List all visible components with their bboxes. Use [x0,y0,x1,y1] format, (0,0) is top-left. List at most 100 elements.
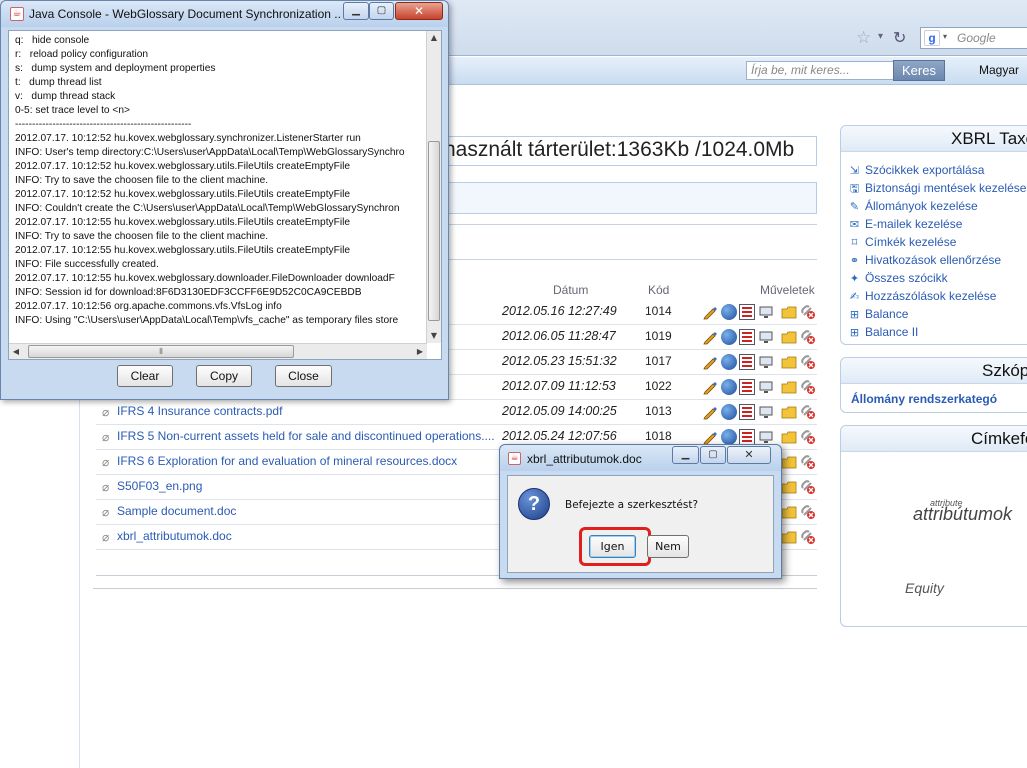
console-line: INFO: Using "C:\Users\user\AppData\Local… [15,315,399,326]
folder-icon[interactable] [781,329,797,345]
folder-icon[interactable] [781,304,797,320]
edit-pencil-icon[interactable] [702,329,718,345]
sidebar-item[interactable]: ⌑ Címkék kezelése [841,234,1027,252]
maximize-button[interactable]: ▢ [369,2,394,20]
globe-icon[interactable] [721,354,737,370]
backup-icon: 🖫 [849,182,860,195]
globe-icon[interactable] [721,429,737,445]
file-name-link[interactable]: xbrl_attributumok.doc [117,529,501,543]
horizontal-scrollbar[interactable]: ◀ ⦀ ▶ [9,343,427,359]
delete-icon[interactable] [800,504,816,520]
edit-pencil-icon[interactable] [702,379,718,395]
properties-icon[interactable] [739,329,755,345]
column-header-code[interactable]: Kód [648,283,669,297]
delete-icon[interactable] [800,379,816,395]
column-header-date[interactable]: Dátum [553,283,588,297]
close-button[interactable]: Close [275,365,332,387]
minimize-button[interactable]: ▁ [672,446,699,464]
delete-icon[interactable] [800,404,816,420]
table-row[interactable]: ⌀ IFRS 4 Insurance contracts.pdf 2012.05.0… [96,400,817,425]
edit-pencil-icon[interactable] [702,354,718,370]
globe-icon[interactable] [721,379,737,395]
monitor-icon[interactable] [758,404,774,420]
window-titlebar[interactable]: ☕ Java Console - WebGlossary Document Sy… [1,1,448,27]
copy-button[interactable]: Copy [196,365,252,387]
folder-icon[interactable] [781,429,797,445]
file-name-link[interactable]: Sample document.doc [117,504,501,518]
sidebar-item[interactable]: 🖫 Biztonsági mentések kezelése [841,180,1027,198]
properties-icon[interactable] [739,304,755,320]
file-name-link[interactable]: S50F03_en.png [117,479,501,493]
folder-icon[interactable] [781,504,797,520]
sidebar-item[interactable]: ⊞ Balance II [841,324,1027,342]
file-name-link[interactable]: IFRS 5 Non-current assets held for sale … [117,429,501,443]
sidebar-item[interactable]: ✦ Összes szócikk [841,270,1027,288]
delete-icon[interactable] [800,354,816,370]
sidebar-item[interactable]: ⚭ Hivatkozások ellenőrzése [841,252,1027,270]
properties-icon[interactable] [739,379,755,395]
globe-icon[interactable] [721,404,737,420]
dialog-titlebar[interactable]: ☕ xbrl_attributumok.doc ▁ ▢ ✕ [500,445,781,471]
monitor-icon[interactable] [758,329,774,345]
folder-icon[interactable] [781,479,797,495]
sidebar-item[interactable]: ✉ E-mailek kezelése [841,216,1027,234]
close-dialog-button[interactable]: ✕ [727,446,771,464]
edit-pencil-icon[interactable] [702,429,718,445]
maximize-button[interactable]: ▢ [700,446,726,464]
yes-button[interactable]: Igen [589,535,636,558]
sidebar-item[interactable]: ⊞ Balance [841,306,1027,324]
browser-search-box[interactable]: g ▾ Google [920,27,1027,49]
language-link[interactable]: Magyar [979,63,1019,77]
monitor-icon[interactable] [758,354,774,370]
minimize-button[interactable]: ▁ [343,2,369,20]
properties-icon[interactable] [739,404,755,420]
properties-icon[interactable] [739,354,755,370]
vertical-scrollbar[interactable]: ▲ ▼ [426,31,441,343]
console-output[interactable]: q: hide console r: reload policy configur… [8,30,442,360]
tag-equity[interactable]: Equity [905,580,944,596]
globe-icon[interactable] [721,304,737,320]
bookmark-star-icon[interactable]: ☆ [856,29,874,47]
folder-icon[interactable] [781,404,797,420]
chevron-down-icon[interactable]: ▾ [943,32,947,41]
folder-icon[interactable] [781,454,797,470]
folder-icon[interactable] [781,354,797,370]
delete-icon[interactable] [800,329,816,345]
sidebar-item[interactable]: ⇲ Szócikkek exportálása [841,162,1027,180]
console-line: INFO: Try to save the choosen file to th… [15,231,269,242]
delete-icon[interactable] [800,304,816,320]
delete-icon[interactable] [800,454,816,470]
delete-icon[interactable] [800,529,816,545]
properties-icon[interactable] [739,429,755,445]
monitor-icon[interactable] [758,429,774,445]
chevron-down-icon[interactable]: ▾ [878,31,890,45]
folder-icon[interactable] [781,529,797,545]
file-name-link[interactable]: IFRS 6 Exploration for and evaluation of… [117,454,501,468]
edit-pencil-icon[interactable] [702,404,718,420]
sidebar-item[interactable]: ✍ Hozzászólások kezelése [841,288,1027,306]
reload-icon[interactable]: ↻ [893,29,911,47]
monitor-icon[interactable] [758,304,774,320]
search-button[interactable]: Keres [893,60,945,81]
scroll-left-icon[interactable]: ◀ [9,344,23,359]
folder-icon[interactable] [781,379,797,395]
sidebar-item[interactable]: ✎ Állományok kezelése [841,198,1027,216]
globe-icon[interactable] [721,329,737,345]
scroll-up-icon[interactable]: ▲ [427,31,441,45]
scroll-thumb[interactable] [428,141,440,321]
scroll-down-icon[interactable]: ▼ [427,329,441,343]
no-button[interactable]: Nem [647,535,689,558]
monitor-icon[interactable] [758,379,774,395]
scope-category-link[interactable]: Állomány rendszerkategó [851,392,997,406]
tag-attributumok[interactable]: attribútumok [913,504,1012,525]
scroll-right-icon[interactable]: ▶ [413,344,427,359]
clear-button[interactable]: Clear [117,365,173,387]
file-name-link[interactable]: IFRS 4 Insurance contracts.pdf [117,404,501,418]
delete-icon[interactable] [800,479,816,495]
close-window-button[interactable]: ✕ [395,2,443,20]
search-input[interactable]: Írja be, mit keres... [746,61,894,80]
delete-icon[interactable] [800,429,816,445]
scroll-thumb[interactable]: ⦀ [28,345,294,358]
edit-pencil-icon[interactable] [702,304,718,320]
console-line: q: hide console [15,35,90,46]
